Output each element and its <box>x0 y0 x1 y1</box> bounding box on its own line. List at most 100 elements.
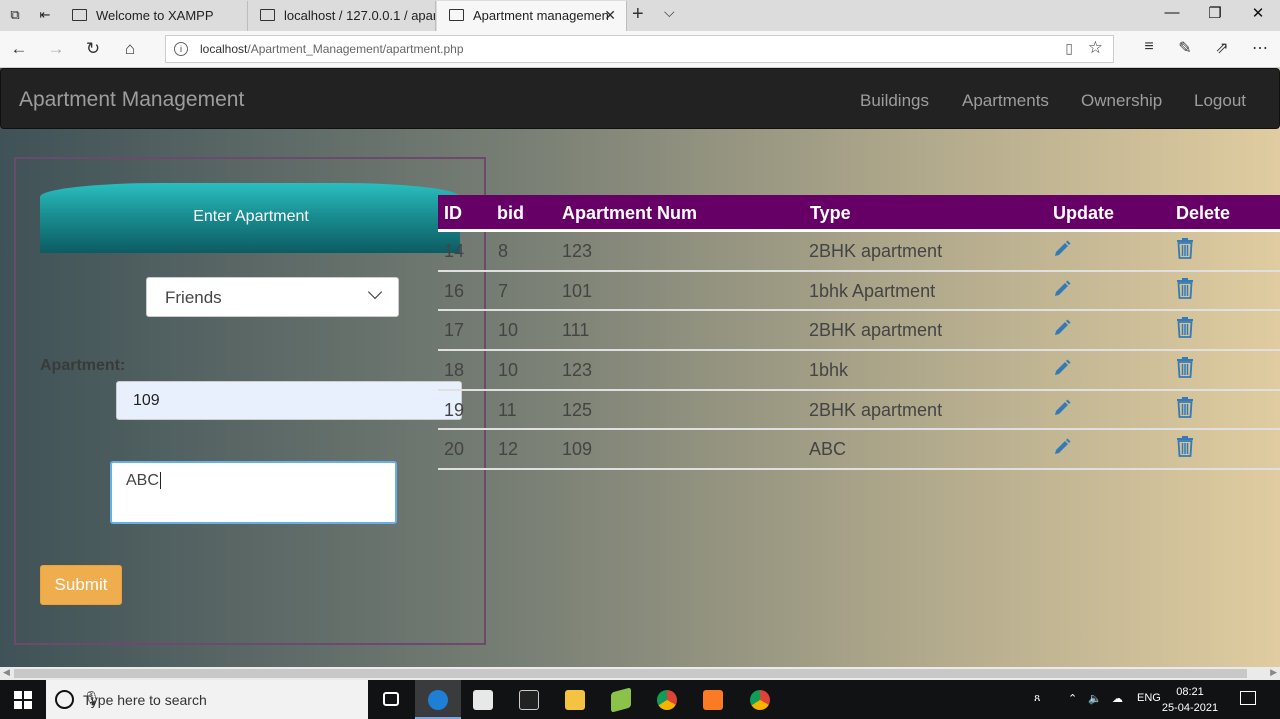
tab-actions-icon[interactable]: ⧉ <box>6 7 24 23</box>
pencil-edit-icon[interactable] <box>1052 318 1072 338</box>
col-update: Update <box>1053 203 1115 223</box>
nav-logout[interactable]: Logout <box>1194 91 1246 111</box>
scrollbar-thumb[interactable] <box>14 669 1247 678</box>
cell-bid: 10 <box>498 320 519 341</box>
task-view-icon[interactable] <box>368 680 414 719</box>
bluestacks-icon[interactable] <box>598 680 644 719</box>
scroll-right-icon[interactable]: ▶ <box>1270 667 1277 678</box>
cell-type: 1bhk Apartment <box>809 280 936 301</box>
language-indicator[interactable]: ENG <box>1137 692 1161 704</box>
scroll-left-icon[interactable]: ◀ <box>3 667 10 678</box>
apartment-num-input[interactable]: 109 <box>116 381 462 420</box>
trash-delete-icon[interactable] <box>1175 356 1195 378</box>
volume-icon[interactable]: 🔈 <box>1088 692 1102 705</box>
set-aside-tabs-icon[interactable]: ⇤ <box>36 7 54 23</box>
nav-ownership[interactable]: Ownership <box>1081 91 1162 111</box>
share-icon[interactable]: ⇗ <box>1211 38 1233 58</box>
windows-start-icon[interactable] <box>14 691 32 709</box>
close-window-icon[interactable]: ✕ <box>1248 4 1268 22</box>
refresh-icon[interactable]: ↻ <box>82 39 104 59</box>
tab-apartment-management[interactable]: Apartment managemen ✕ <box>437 1 627 31</box>
cell-apartment-num: 123 <box>562 360 593 381</box>
show-hidden-icons-chevron-up-icon[interactable]: ⌃ <box>1068 692 1077 705</box>
cell-bid: 12 <box>498 439 519 460</box>
reading-view-icon[interactable]: ▯ <box>1065 40 1073 57</box>
trash-delete-icon[interactable] <box>1175 435 1195 458</box>
tab-label: Welcome to XAMPP <box>96 8 214 23</box>
col-id: ID <box>444 203 462 223</box>
edge-browser-icon[interactable] <box>415 680 461 719</box>
apartments-table: ID bid Apartment Num Type Update Delete … <box>438 195 1280 471</box>
apartment-type-value: ABC <box>126 472 159 489</box>
chevron-down-icon <box>367 284 383 300</box>
tab-preview-chevron-icon[interactable]: ⌵ <box>664 4 675 21</box>
pencil-edit-icon[interactable] <box>1052 358 1072 378</box>
file-explorer-icon[interactable] <box>552 680 598 719</box>
submit-button[interactable]: Submit <box>40 565 122 605</box>
clock-time: 08:21 <box>1176 686 1204 698</box>
apartment-form: Enter Apartment Friends Apartment: 109 A… <box>14 157 486 645</box>
more-options-icon[interactable]: ⋯ <box>1249 38 1271 58</box>
building-select[interactable]: Friends <box>146 277 399 317</box>
notification-center-icon[interactable] <box>1240 691 1256 705</box>
cell-apartment-num: 111 <box>562 320 590 341</box>
home-icon[interactable]: ⌂ <box>119 39 141 59</box>
new-tab-icon[interactable]: + <box>632 3 644 26</box>
cell-apartment-num: 101 <box>562 280 593 301</box>
cell-type: 2BHK apartment <box>809 320 943 341</box>
favorites-list-icon[interactable]: ≡ <box>1138 38 1160 56</box>
table-row: 16 7 101 1bhk Apartment <box>438 272 1280 312</box>
favorite-star-icon[interactable]: ☆ <box>1088 38 1103 58</box>
url-input[interactable]: i localhost/Apartment_Management/apartme… <box>165 35 1114 63</box>
taskbar-clock[interactable]: 08:21 25-04-2021 <box>1160 684 1220 716</box>
page-icon <box>72 9 87 21</box>
xampp-icon[interactable] <box>690 680 736 719</box>
terminal-icon[interactable] <box>506 680 552 719</box>
web-notes-icon[interactable]: ✎ <box>1174 38 1196 58</box>
chrome-icon[interactable] <box>644 680 690 719</box>
cell-bid: 7 <box>498 280 509 301</box>
taskbar-search-box[interactable]: Type here to search 🎙 <box>46 680 368 719</box>
store-icon[interactable] <box>460 680 506 719</box>
back-icon[interactable]: ← <box>8 39 30 59</box>
nav-apartments[interactable]: Apartments <box>962 91 1049 111</box>
pencil-edit-icon[interactable] <box>1052 437 1072 457</box>
col-delete: Delete <box>1176 203 1231 223</box>
cortana-icon <box>55 690 74 709</box>
brand-title[interactable]: Apartment Management <box>19 88 244 112</box>
pencil-edit-icon[interactable] <box>1052 279 1072 299</box>
trash-delete-icon[interactable] <box>1175 396 1195 418</box>
microphone-icon[interactable]: 🎙 <box>83 690 354 707</box>
trash-delete-icon[interactable] <box>1175 277 1195 299</box>
tab-label: Apartment managemen <box>473 8 609 23</box>
pencil-edit-icon[interactable] <box>1052 398 1072 418</box>
trash-delete-icon[interactable] <box>1175 316 1195 339</box>
close-tab-icon[interactable]: ✕ <box>604 1 616 30</box>
site-navbar: Apartment Management Buildings Apartment… <box>0 68 1280 129</box>
minimize-icon[interactable]: — <box>1162 4 1182 21</box>
chrome-profile-icon[interactable] <box>737 680 783 719</box>
forward-icon[interactable]: → <box>45 39 67 59</box>
col-bid: bid <box>497 203 524 223</box>
cell-apartment-num: 125 <box>562 399 593 420</box>
people-icon[interactable]: ጸ <box>1034 692 1040 705</box>
cell-type: 1bhk <box>809 360 849 381</box>
tab-phpmyadmin[interactable]: localhost / 127.0.0.1 / apart <box>248 1 436 31</box>
nav-buildings[interactable]: Buildings <box>860 91 929 111</box>
apartment-type-input[interactable]: ABC <box>110 461 397 524</box>
page-icon <box>449 9 464 21</box>
trash-delete-icon[interactable] <box>1175 237 1195 259</box>
table-header: ID bid Apartment Num Type Update Delete <box>438 195 1280 232</box>
cell-bid: 10 <box>498 360 519 381</box>
site-info-icon[interactable]: i <box>174 42 188 56</box>
horizontal-scrollbar[interactable]: ◀ ▶ <box>0 667 1280 680</box>
col-type: Type <box>810 203 851 223</box>
pencil-edit-icon[interactable] <box>1052 239 1072 259</box>
cell-id: 17 <box>444 320 465 341</box>
network-icon[interactable]: ☁ <box>1112 692 1123 705</box>
tab-xampp[interactable]: Welcome to XAMPP <box>60 1 248 31</box>
url-text: localhost/Apartment_Management/apartment… <box>200 42 464 56</box>
cell-id: 14 <box>444 241 465 261</box>
cell-type: 2BHK apartment <box>809 399 943 420</box>
restore-icon[interactable]: ❐ <box>1205 4 1225 22</box>
